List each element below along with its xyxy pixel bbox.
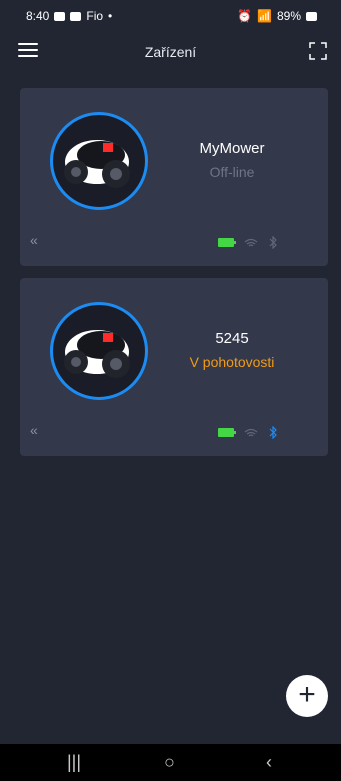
- youtube-icon: [70, 11, 82, 21]
- device-card[interactable]: MyMower Off-line «: [20, 88, 328, 266]
- add-device-button[interactable]: +: [286, 675, 328, 717]
- device-name: MyMower: [199, 140, 265, 157]
- device-card[interactable]: 5245 V pohotovosti «: [20, 278, 328, 456]
- battery-percent: 89%: [276, 9, 301, 23]
- mower-avatar: [50, 302, 148, 400]
- mower-icon: [64, 140, 130, 188]
- device-name: 5245: [215, 330, 249, 347]
- battery-icon: [218, 428, 236, 437]
- bluetooth-icon: [269, 426, 277, 439]
- battery-icon: [306, 11, 317, 21]
- chevrons-left-icon[interactable]: «: [30, 232, 38, 248]
- fullscreen-icon[interactable]: [309, 42, 327, 60]
- wifi-icon: [244, 428, 258, 436]
- wifi-icon: [244, 238, 258, 246]
- device-indicators: [218, 236, 278, 249]
- status-right: ⏰ 📶 89%: [237, 9, 317, 23]
- chevrons-left-icon[interactable]: «: [30, 422, 38, 438]
- device-status: Off-line: [209, 164, 255, 180]
- status-bar: 8:40 Fio • ⏰ 📶 89%: [0, 0, 341, 28]
- device-indicators: [218, 426, 278, 439]
- page-title: Zařízení: [144, 44, 197, 60]
- mower-avatar: [50, 112, 148, 210]
- battery-icon: [218, 238, 236, 247]
- bluetooth-icon: [269, 236, 277, 249]
- gallery-icon: [54, 11, 66, 21]
- navigation-bar: ||| ○ ‹: [0, 744, 341, 781]
- bank-app-label: Fio: [86, 9, 104, 23]
- app-bar: Zařízení: [0, 30, 341, 74]
- home-button[interactable]: ○: [164, 752, 175, 773]
- recents-button[interactable]: |||: [67, 752, 81, 773]
- back-button[interactable]: ‹: [266, 752, 272, 773]
- alarm-icon: ⏰: [237, 9, 253, 23]
- signal-icon: 📶: [257, 9, 272, 23]
- device-status: V pohotovosti: [189, 354, 275, 370]
- notification-dot: •: [108, 9, 113, 23]
- status-left: 8:40 Fio •: [26, 9, 112, 23]
- time: 8:40: [26, 9, 50, 23]
- mower-icon: [64, 330, 130, 378]
